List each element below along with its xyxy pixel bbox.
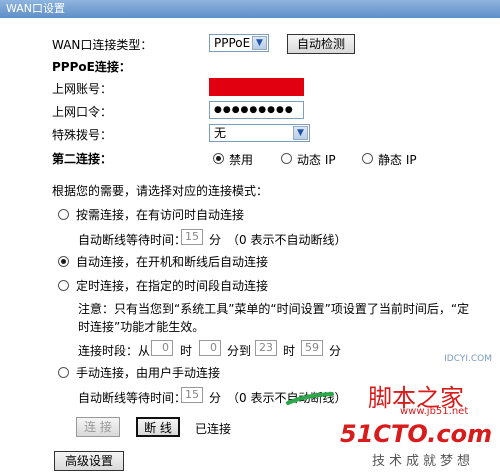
idle-time-label: 自动断线等待时间： [78, 233, 187, 247]
disconnect-button[interactable]: 断 线 [136, 417, 180, 437]
idle2-time-unit: 分 [209, 391, 222, 405]
wan-type-label: WAN口连接类型： [52, 38, 153, 52]
account-redaction [210, 79, 303, 95]
special-dial-value: 无 [214, 126, 227, 140]
chevron-down-icon: ▼ [293, 126, 308, 140]
idle2-time-label: 自动断线等待时间： [78, 391, 187, 405]
timed-note-line1: 注意：只有当您到“系统工具”菜单的“时间设置”项设置了当前时间后，“定 [78, 302, 470, 316]
to-min-input[interactable]: 59 [301, 340, 323, 356]
timed-connect-text: 定时连接，在指定的时间段自动连接 [76, 279, 269, 293]
window-title: WAN口设置 [6, 2, 66, 15]
timed-connect-radio[interactable] [58, 280, 69, 291]
special-dial-select[interactable]: 无 ▼ [209, 124, 310, 142]
wan-type-value: PPPoE [214, 36, 251, 50]
chevron-down-icon: ▼ [252, 36, 267, 50]
watermark-jb51-url: www.jb51.net [400, 406, 469, 417]
advanced-settings-button[interactable]: 高级设置 [54, 451, 124, 471]
to-hour-input[interactable]: 23 [255, 340, 277, 356]
on-demand-radio[interactable] [58, 209, 69, 220]
idle-time-hint: （0 表示不自动断线） [227, 233, 347, 247]
account-label: 上网账号： [52, 82, 113, 96]
pppoe-section-title: PPPoE连接： [52, 60, 131, 74]
second-disabled-text: 禁用 [229, 153, 254, 167]
green-swoosh-mark [286, 392, 334, 405]
window-title-bar: WAN口设置 [0, 0, 500, 18]
connection-status: 已连接 [195, 422, 232, 436]
mode-prompt: 根据您的需要，请选择对应的连接模式： [52, 184, 269, 198]
watermark-idcyi: IDCYI.COM [444, 354, 492, 364]
period-label: 连接时段：从 [78, 344, 151, 358]
password-label: 上网口令： [52, 105, 113, 119]
auto-connect-radio[interactable] [58, 256, 69, 267]
manual-connect-text: 手动连接，由用户手动连接 [76, 366, 221, 380]
wan-type-select[interactable]: PPPoE ▼ [209, 34, 269, 52]
second-dynamic-ip-radio[interactable] [281, 153, 292, 164]
special-dial-label: 特殊拨号： [52, 128, 113, 142]
second-connection-label: 第二连接： [52, 152, 113, 166]
manual-connect-radio[interactable] [58, 367, 69, 378]
auto-detect-button[interactable]: 自动检测 [287, 34, 355, 54]
password-input[interactable]: ●●●●●●●●● [209, 101, 304, 119]
second-disabled-radio[interactable] [213, 153, 224, 164]
auto-connect-text: 自动连接，在开机和断线后自动连接 [76, 255, 269, 269]
connect-button[interactable]: 连 接 [76, 417, 120, 437]
account-input[interactable] [209, 78, 304, 96]
from-min-input[interactable]: 0 [199, 340, 221, 356]
from-hour-input[interactable]: 0 [151, 340, 173, 356]
idle-time-input[interactable]: 15 [181, 229, 203, 245]
to-label: 分到 [227, 344, 252, 358]
watermark-51cto: 51CTO.com [340, 420, 493, 448]
on-demand-text: 按需连接，在有访问时自动连接 [76, 208, 245, 222]
second-dynamic-ip-text: 动态 IP [297, 153, 336, 167]
hour-unit-1: 时 [180, 344, 193, 358]
idle-time-unit: 分 [209, 233, 222, 247]
timed-note-line2: 时连接”功能才能生效。 [78, 320, 205, 334]
min-unit: 分 [329, 344, 342, 358]
watermark-slogan: 技术成就梦想 [372, 454, 475, 469]
second-static-ip-text: 静态 IP [378, 153, 417, 167]
hour-unit-2: 时 [283, 344, 296, 358]
second-static-ip-radio[interactable] [362, 153, 373, 164]
idle2-time-input[interactable]: 15 [181, 387, 203, 403]
